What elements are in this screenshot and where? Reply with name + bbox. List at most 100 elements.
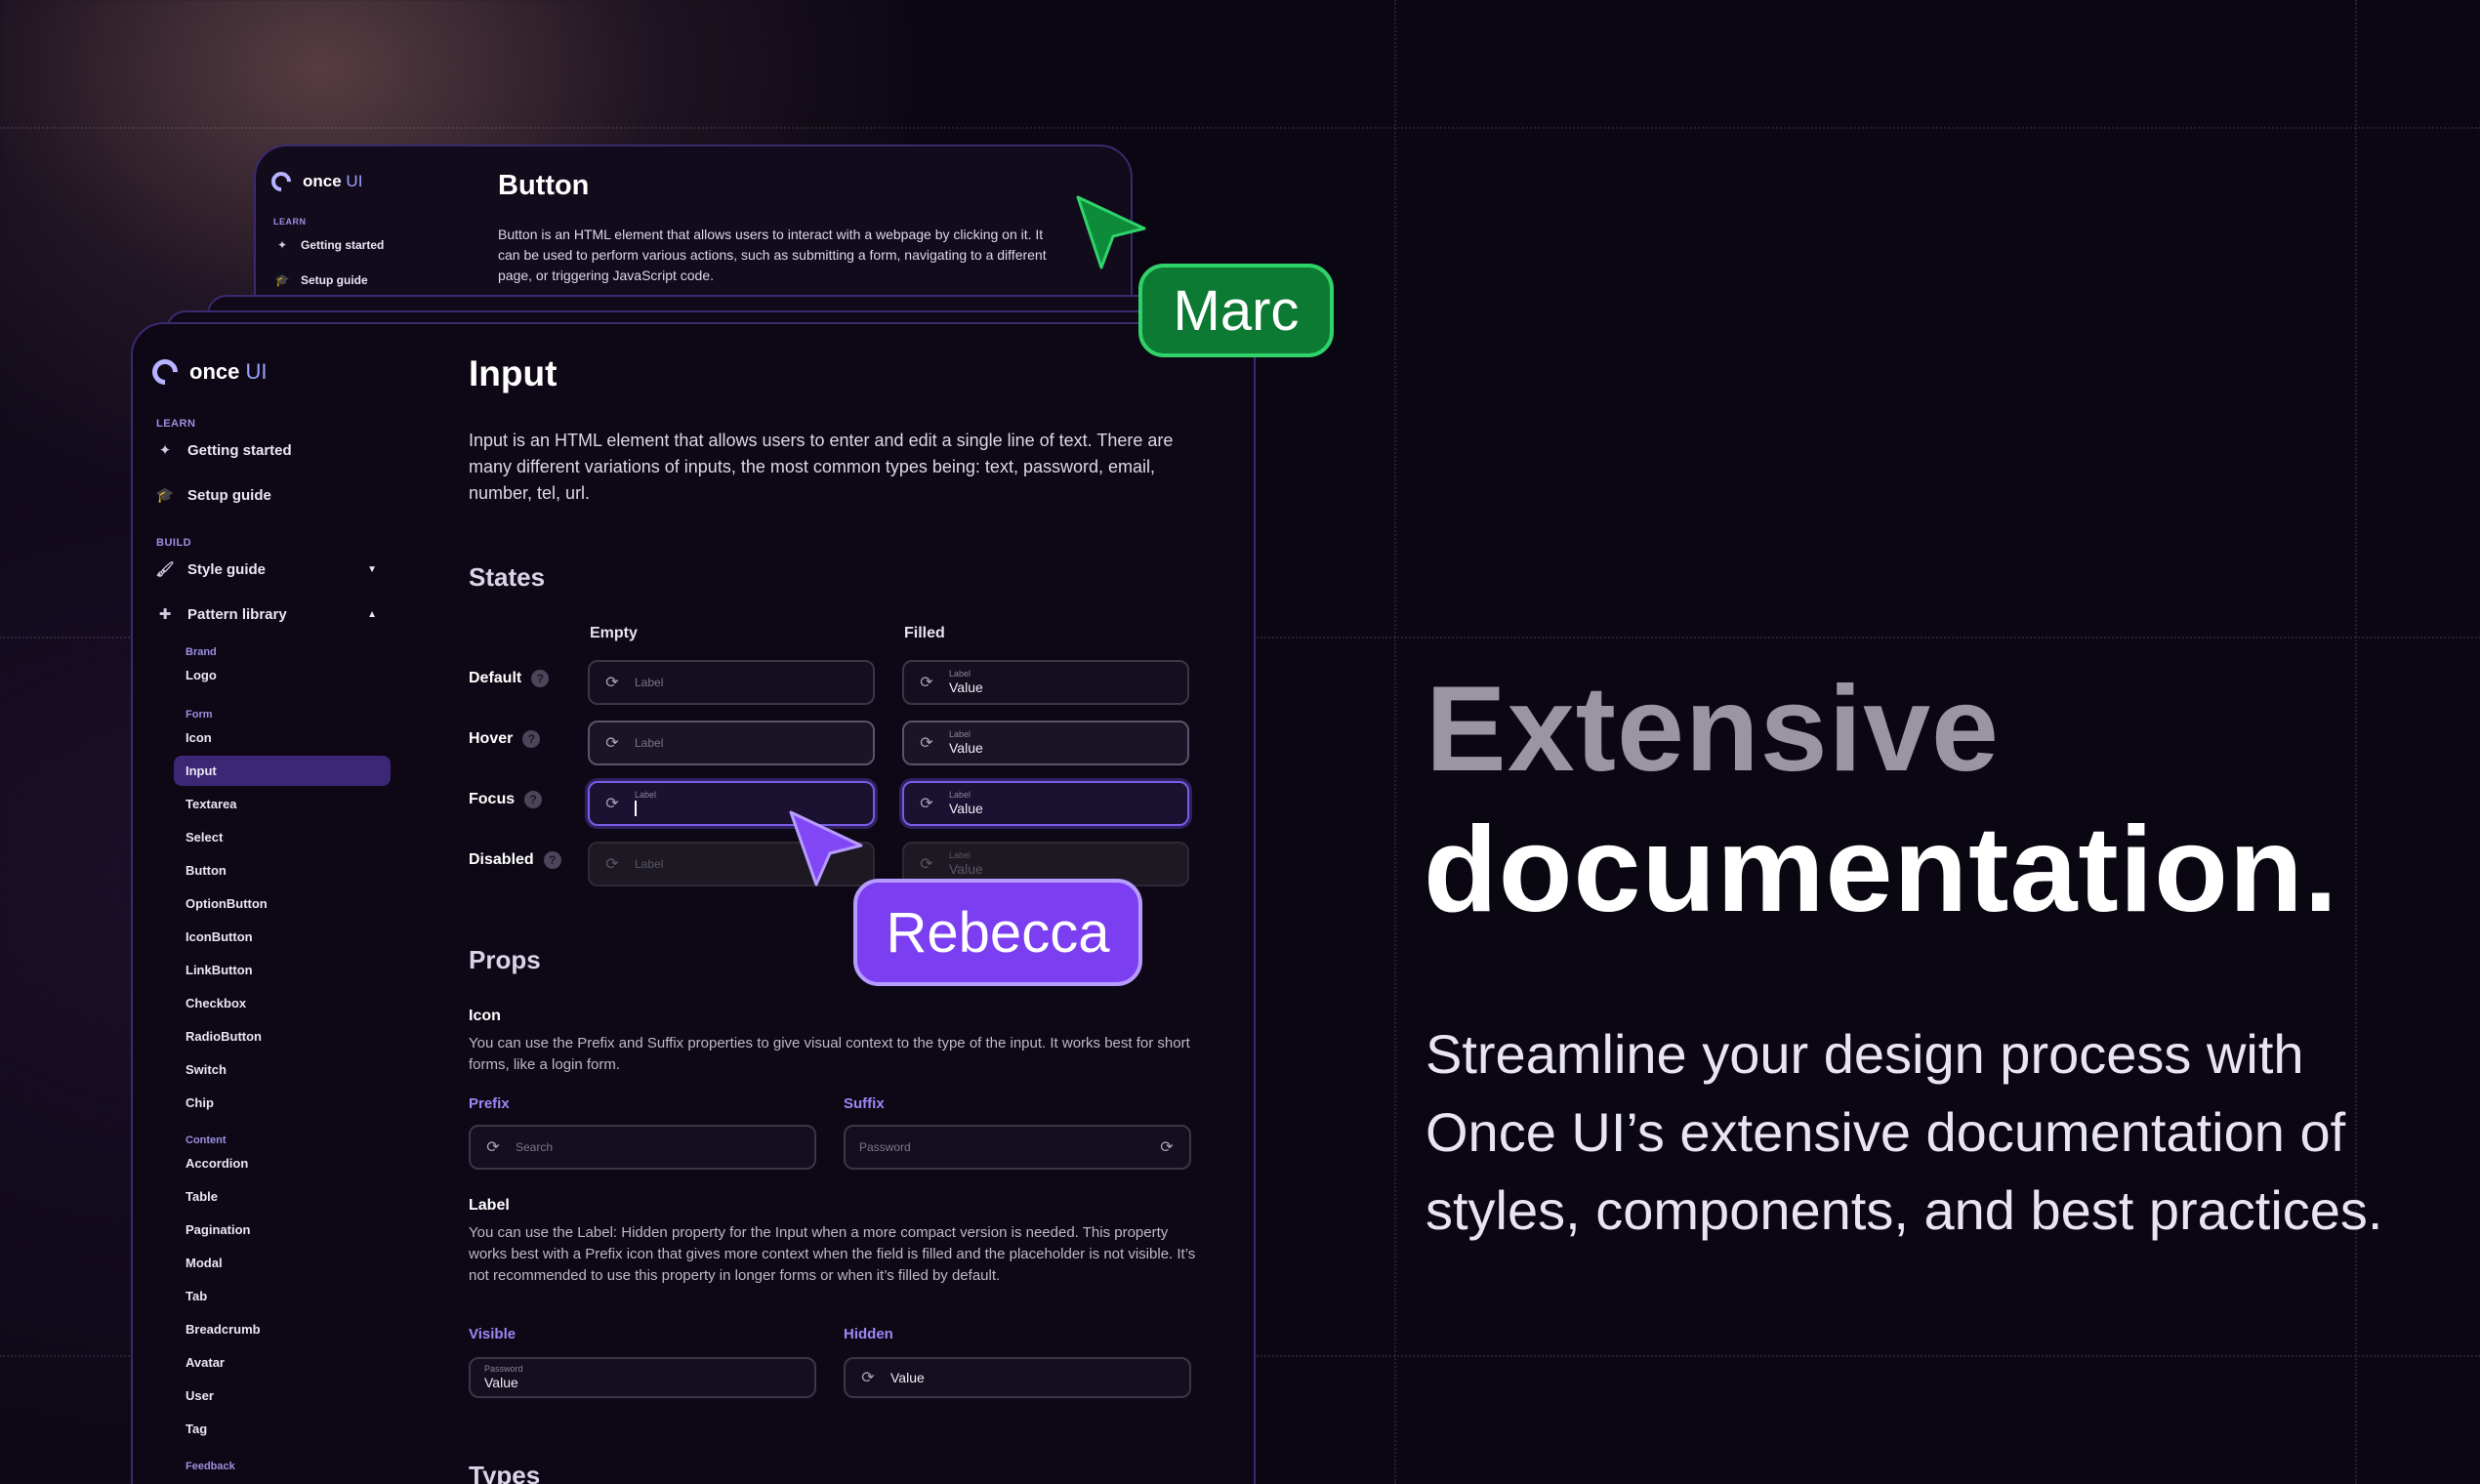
sidebar-item-breadcrumb[interactable]: Breadcrumb [186, 1322, 261, 1337]
refresh-icon: ⟳ [605, 735, 619, 752]
sidebar-item-icon[interactable]: Icon [186, 730, 212, 745]
prop-icon-title: Icon [469, 1008, 501, 1024]
section-learn: LEARN [156, 418, 196, 430]
section-learn: LEARN [273, 217, 307, 227]
grid-line [2355, 0, 2357, 1484]
section-heading-states: States [469, 562, 546, 592]
prop-label-title: Label [469, 1197, 510, 1214]
sidebar-item-radiobutton[interactable]: RadioButton [186, 1029, 262, 1044]
sidebar-item-textarea[interactable]: Textarea [186, 797, 237, 811]
column-filled: Filled [904, 625, 945, 641]
sidebar-item-accordion[interactable]: Accordion [186, 1156, 248, 1171]
brand-name: once UI [303, 172, 363, 190]
input-default-empty[interactable]: ⟳ Label [588, 660, 875, 705]
text-caret [635, 800, 637, 816]
column-empty: Empty [590, 625, 638, 641]
brush-icon: 🖌 [155, 561, 175, 578]
sidebar-item-tab[interactable]: Tab [186, 1289, 207, 1303]
sidebar-item-linkbutton[interactable]: LinkButton [186, 963, 253, 977]
subsection-feedback: Feedback [186, 1461, 235, 1472]
search-input[interactable]: ⟳ Search [469, 1125, 816, 1170]
graduation-cap-icon: 🎓 [155, 487, 175, 504]
sidebar-item-setup-guide[interactable]: 🎓 Setup guide [155, 486, 271, 505]
sidebar-item-table[interactable]: Table [186, 1189, 218, 1204]
hidden-label-input[interactable]: ⟳ Value [844, 1357, 1191, 1398]
input-focus-filled[interactable]: ⟳ Label Value [902, 781, 1189, 826]
chevron-up-icon: ▲ [367, 608, 377, 620]
once-ui-logo-icon [267, 167, 296, 196]
sidebar-item-getting-started[interactable]: ✦ Getting started [156, 441, 292, 460]
sidebar-item-user[interactable]: User [186, 1388, 214, 1403]
section-heading-types: Types [469, 1461, 541, 1484]
state-label-default: Default? [469, 670, 550, 687]
help-icon[interactable]: ? [524, 791, 543, 808]
subsection-content: Content [186, 1134, 227, 1146]
page-title: Input [469, 353, 558, 393]
input-default-filled[interactable]: ⟳ Label Value [902, 660, 1189, 705]
back-nav-getting-started[interactable]: ✦ Getting started [273, 236, 384, 254]
password-input[interactable]: Password ⟳ [844, 1125, 1191, 1170]
refresh-icon: ⟳ [605, 675, 619, 691]
help-icon[interactable]: ? [531, 670, 550, 687]
sidebar-item-avatar[interactable]: Avatar [186, 1355, 225, 1370]
page-title: Button [498, 170, 590, 201]
prop-suffix-label: Suffix [844, 1095, 885, 1112]
sidebar-item-logo[interactable]: Logo [186, 668, 217, 682]
hero-title-line2: documentation. [1424, 803, 2339, 937]
sparkle-icon: ✦ [276, 238, 288, 252]
subsection-brand: Brand [186, 646, 217, 658]
chevron-down-icon: ▼ [367, 563, 377, 575]
sidebar-item-input[interactable]: Input [174, 756, 391, 786]
cursor-tag-rebecca: Rebecca [853, 879, 1142, 986]
prop-label-description: You can use the Label: Hidden property f… [469, 1224, 1196, 1284]
rebecca-cursor-icon [789, 810, 863, 886]
brand-logo[interactable]: once UI [146, 353, 268, 391]
brand-logo[interactable]: once UI [267, 167, 363, 196]
sidebar-item-modal[interactable]: Modal [186, 1256, 223, 1270]
page-description: Input is an HTML element that allows use… [469, 431, 1174, 503]
prop-icon-description: You can use the Prefix and Suffix proper… [469, 1035, 1190, 1073]
grid-line [1394, 0, 1396, 1484]
sidebar-item-pagination[interactable]: Pagination [186, 1222, 250, 1237]
once-ui-logo-icon [146, 353, 184, 391]
prop-visible-label: Visible [469, 1326, 517, 1342]
refresh-icon: ⟳ [861, 1370, 875, 1386]
brand-name: once UI [189, 359, 268, 384]
refresh-icon: ⟳ [920, 735, 933, 752]
hero-subtitle: Streamline your design process with Once… [1426, 1023, 2383, 1241]
hero-title-line1: Extensive [1426, 662, 2001, 797]
cursor-tag-marc: Marc [1138, 264, 1334, 357]
sidebar-item-tag[interactable]: Tag [186, 1422, 207, 1436]
section-heading-props: Props [469, 945, 541, 974]
sidebar-item-select[interactable]: Select [186, 830, 223, 845]
sidebar-item-switch[interactable]: Switch [186, 1062, 227, 1077]
sidebar-item-pattern-library[interactable]: ✚ Pattern library ▲ [156, 605, 377, 624]
prop-prefix-label: Prefix [469, 1095, 510, 1112]
sidebar-item-style-guide[interactable]: 🖌 Style guide ▼ [155, 560, 377, 579]
section-build: BUILD [156, 537, 192, 549]
refresh-icon: ⟳ [920, 675, 933, 691]
visible-label-input[interactable]: Password Value [469, 1357, 816, 1398]
help-icon[interactable]: ? [522, 730, 541, 748]
sidebar-item-optionbutton[interactable]: OptionButton [186, 896, 268, 911]
refresh-icon: ⟳ [1160, 1139, 1174, 1156]
marc-cursor-icon [1076, 195, 1146, 269]
state-label-disabled: Disabled? [469, 851, 561, 869]
state-label-focus: Focus? [469, 791, 543, 808]
refresh-icon: ⟳ [920, 856, 933, 873]
help-icon[interactable]: ? [543, 851, 561, 869]
back-nav-setup-guide[interactable]: 🎓 Setup guide [273, 271, 368, 289]
input-hover-filled[interactable]: ⟳ Label Value [902, 721, 1189, 765]
refresh-icon: ⟳ [486, 1139, 500, 1156]
sidebar-item-iconbutton[interactable]: IconButton [186, 929, 253, 944]
refresh-icon: ⟳ [605, 796, 619, 812]
subsection-form: Form [186, 709, 213, 721]
sparkle-icon: ✦ [158, 442, 172, 459]
input-hover-empty[interactable]: ⟳ Label [588, 721, 875, 765]
sidebar-item-chip[interactable]: Chip [186, 1095, 214, 1110]
sidebar-item-button[interactable]: Button [186, 863, 227, 878]
graduation-cap-icon: 🎓 [274, 273, 290, 287]
sidebar-item-checkbox[interactable]: Checkbox [186, 996, 246, 1010]
page-description: Button is an HTML element that allows us… [498, 227, 1047, 283]
prop-hidden-label: Hidden [844, 1326, 893, 1342]
